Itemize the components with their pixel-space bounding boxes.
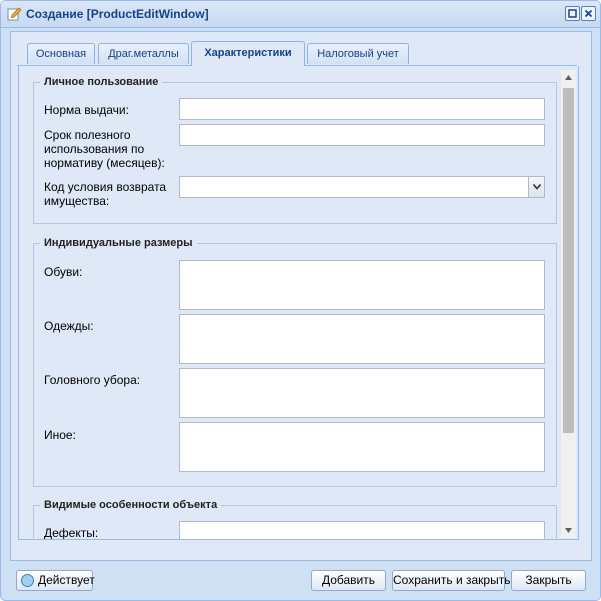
window-edit-icon bbox=[7, 6, 22, 21]
headwear-label: Головного убора: bbox=[44, 373, 141, 387]
status-toggle-button[interactable]: Действует bbox=[16, 570, 95, 591]
save-and-close-button[interactable]: Сохранить и закрыть bbox=[392, 570, 510, 591]
clothes-label: Одежды: bbox=[44, 319, 94, 333]
visible-features-legend: Видимые особенности объекта bbox=[40, 499, 222, 511]
individual-sizes-fieldset: Индивидуальные размеры Обуви: Одежды: Го… bbox=[33, 237, 557, 487]
tab-tax-accounting[interactable]: Налоговый учет bbox=[307, 43, 409, 64]
close-button[interactable]: Закрыть bbox=[511, 570, 586, 591]
visible-features-fieldset: Видимые особенности объекта Дефекты: bbox=[33, 499, 557, 540]
tab-precious-metals[interactable]: Драг.металлы bbox=[98, 43, 189, 64]
panel-scrollbar[interactable] bbox=[561, 70, 576, 538]
scrollbar-thumb[interactable] bbox=[563, 88, 574, 433]
status-toggle-label: Действует bbox=[38, 573, 95, 587]
add-button[interactable]: Добавить bbox=[311, 570, 386, 591]
maximize-icon[interactable] bbox=[565, 6, 580, 21]
tab-characteristics[interactable]: Характеристики bbox=[191, 41, 305, 66]
scroll-down-arrow-icon[interactable] bbox=[561, 523, 576, 538]
other-field[interactable] bbox=[179, 422, 545, 472]
window-titlebar[interactable]: Создание [ProductEditWindow] bbox=[1, 1, 600, 28]
other-label: Иное: bbox=[44, 428, 76, 442]
tab-main[interactable]: Основная bbox=[27, 43, 95, 64]
characteristics-panel: Личное пользование Норма выдачи: Срок по… bbox=[18, 66, 579, 540]
headwear-field[interactable] bbox=[179, 368, 545, 418]
individual-sizes-legend: Индивидуальные размеры bbox=[40, 237, 197, 249]
window-title: Создание [ProductEditWindow] bbox=[26, 7, 209, 21]
useful-life-field[interactable] bbox=[179, 124, 545, 146]
tab-strip: Основная Драг.металлы Характеристики Нал… bbox=[17, 41, 577, 66]
useful-life-label: Срок полезного использования по норматив… bbox=[44, 128, 165, 170]
shoes-label: Обуви: bbox=[44, 265, 83, 279]
return-condition-label: Код условия возврата имущества: bbox=[44, 180, 167, 208]
issue-norm-label: Норма выдачи: bbox=[44, 103, 129, 117]
scroll-up-arrow-icon[interactable] bbox=[561, 70, 576, 85]
shoes-field[interactable] bbox=[179, 260, 545, 310]
issue-norm-field[interactable] bbox=[179, 98, 545, 120]
close-icon[interactable] bbox=[581, 6, 596, 21]
personal-use-fieldset: Личное пользование Норма выдачи: Срок по… bbox=[33, 76, 557, 224]
chevron-down-icon[interactable] bbox=[528, 177, 544, 197]
personal-use-legend: Личное пользование bbox=[40, 76, 163, 88]
defects-field[interactable] bbox=[179, 521, 545, 539]
defects-label: Дефекты: bbox=[44, 526, 99, 540]
clothes-field[interactable] bbox=[179, 314, 545, 364]
return-condition-combo[interactable] bbox=[179, 176, 545, 198]
status-info-icon bbox=[21, 574, 34, 587]
